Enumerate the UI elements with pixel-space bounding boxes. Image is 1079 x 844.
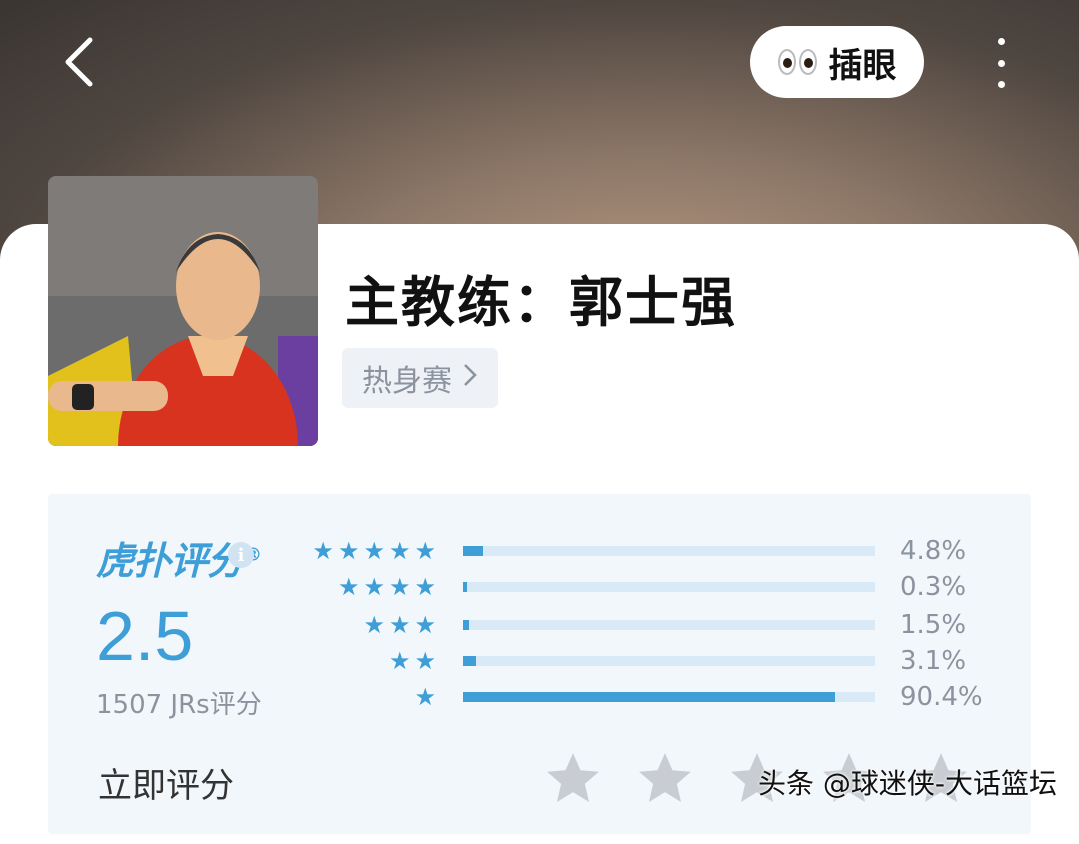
rate-star-2[interactable] — [634, 748, 696, 810]
more-dot-icon — [997, 59, 1005, 67]
star-icons: ★★ — [388, 647, 440, 675]
distribution-row-4: ★★★★ 0.3% — [300, 572, 1000, 602]
average-score: 2.5 — [96, 597, 194, 675]
back-button[interactable] — [60, 34, 104, 90]
info-icon[interactable]: i — [228, 542, 254, 568]
distribution-bar-fill — [463, 656, 476, 666]
distribution-bar-fill — [463, 692, 835, 702]
distribution-bar-track — [463, 582, 875, 592]
distribution-percent: 90.4% — [900, 682, 983, 712]
distribution-percent: 3.1% — [900, 646, 967, 676]
rate-now-label: 立即评分 — [98, 766, 234, 806]
distribution-bar-fill — [463, 620, 469, 630]
distribution-row-5: ★★★★★ 4.8% — [300, 536, 1000, 566]
peek-label: 插眼 — [828, 45, 897, 86]
distribution-row-2: ★★ 3.1% — [300, 646, 1000, 676]
distribution-bar-track — [463, 620, 875, 630]
chevron-right-icon — [462, 361, 478, 396]
distribution-bar-track — [463, 692, 875, 702]
rating-count: 1507 JRs评分 — [96, 690, 262, 720]
distribution-bar-track — [463, 656, 875, 666]
star-icons: ★★★ — [363, 611, 440, 639]
page-title: 主教练：郭士强 — [345, 271, 737, 334]
watermark: 头条 @球迷侠-大话篮坛 — [758, 767, 1058, 800]
rate-star-1[interactable] — [542, 748, 604, 810]
star-icons: ★★★★ — [337, 573, 440, 601]
more-dot-icon — [997, 38, 1005, 45]
eyes-icon — [777, 49, 817, 75]
distribution-row-3: ★★★ 1.5% — [300, 610, 1000, 640]
distribution-bar-fill — [463, 546, 483, 556]
more-dot-icon — [997, 81, 1005, 88]
event-tag-label: 热身赛 — [362, 364, 452, 399]
distribution-percent: 4.8% — [900, 536, 967, 566]
distribution-bar-fill — [463, 582, 467, 592]
star-icons: ★ — [414, 683, 440, 711]
distribution-percent: 0.3% — [900, 572, 967, 602]
distribution-percent: 1.5% — [900, 610, 967, 640]
distribution-bar-track — [463, 546, 875, 556]
distribution-row-1: ★ 90.4% — [300, 682, 1000, 712]
peek-button[interactable]: 插眼 — [750, 26, 924, 98]
event-tag-button[interactable]: 热身赛 — [342, 348, 498, 408]
more-options-button[interactable] — [988, 38, 1014, 88]
star-icons: ★★★★★ — [312, 537, 440, 565]
chevron-left-icon — [65, 37, 93, 87]
coach-photo — [48, 176, 318, 446]
